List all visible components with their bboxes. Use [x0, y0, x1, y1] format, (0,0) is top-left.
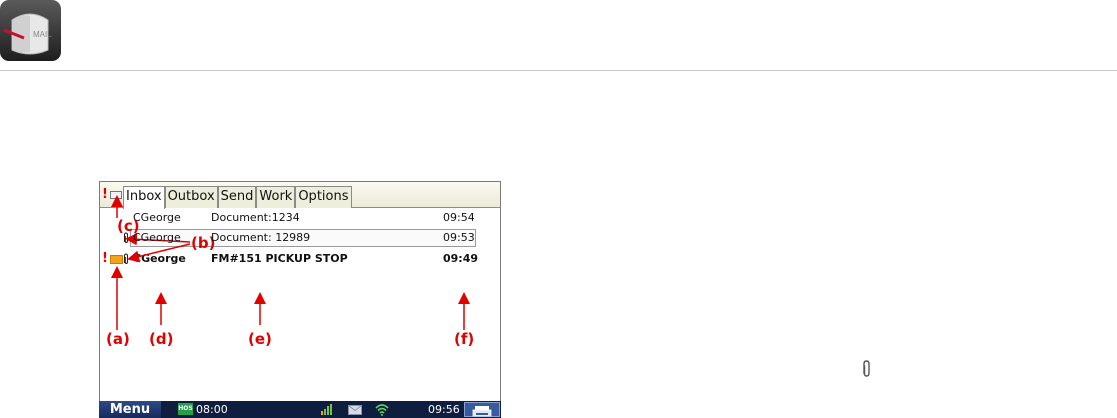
- tab-options[interactable]: Options: [295, 186, 352, 208]
- mail-icon-lettering: MAIL: [33, 30, 52, 39]
- annotation-label-e: (e): [248, 330, 272, 348]
- taskbar: Menu HOS 08:00 09:56: [99, 401, 501, 418]
- header-divider: [0, 70, 1117, 71]
- message-from: CGeorge: [133, 231, 181, 244]
- tab-inbox[interactable]: Inbox: [123, 186, 165, 209]
- attachment-icon: [123, 253, 129, 265]
- hos-icon[interactable]: HOS: [178, 403, 193, 415]
- menu-button[interactable]: Menu: [99, 401, 161, 418]
- tabs: Inbox Outbox Send Work Options: [123, 186, 352, 209]
- message-subject: Document: 12989: [211, 231, 311, 244]
- message-row[interactable]: CGeorge Document:1234 09:54: [100, 209, 500, 227]
- clock: 09:56: [428, 403, 460, 416]
- annotation-label-f: (f): [454, 330, 475, 348]
- printer-icon: [472, 406, 492, 417]
- mail-status-icon: [348, 405, 362, 415]
- tab-work[interactable]: Work: [256, 186, 296, 208]
- hos-time: 08:00: [196, 403, 228, 416]
- message-from: CGeorge: [133, 211, 181, 224]
- tab-outbox[interactable]: Outbox: [164, 186, 218, 208]
- message-row[interactable]: CGeorge Document: 12989 09:53: [100, 229, 500, 247]
- mail-app-icon[interactable]: MAIL: [0, 0, 61, 61]
- status-indicators: !: [102, 187, 122, 202]
- message-subject: FM#151 PICKUP STOP: [211, 252, 348, 265]
- paperclip-icon: [863, 360, 870, 377]
- urgent-alert-icon: !: [102, 251, 108, 266]
- message-time: 09:53: [443, 231, 475, 244]
- message-time: 09:49: [443, 252, 479, 265]
- unread-envelope-icon: [109, 254, 123, 264]
- envelope-icon: [109, 191, 122, 199]
- message-time: 09:54: [443, 211, 475, 224]
- message-row[interactable]: ! CGeorge FM#151 PICKUP STOP 09:49: [100, 250, 500, 268]
- page: MAIL ! Inbox Outbox Send Work Options CG…: [0, 0, 1117, 418]
- annotation-label-d: (d): [149, 330, 174, 348]
- printer-button[interactable]: [464, 402, 500, 417]
- tab-send[interactable]: Send: [217, 186, 257, 208]
- annotation-label-a: (a): [106, 330, 130, 348]
- device-screen: ! Inbox Outbox Send Work Options CGeorge…: [99, 181, 501, 418]
- message-subject: Document:1234: [211, 211, 300, 224]
- signal-strength-icon: [321, 404, 332, 415]
- message-from: CGeorge: [133, 252, 186, 265]
- tab-bar: ! Inbox Outbox Send Work Options: [100, 182, 500, 209]
- wifi-icon: [375, 404, 389, 416]
- urgent-alert-icon: !: [102, 187, 108, 202]
